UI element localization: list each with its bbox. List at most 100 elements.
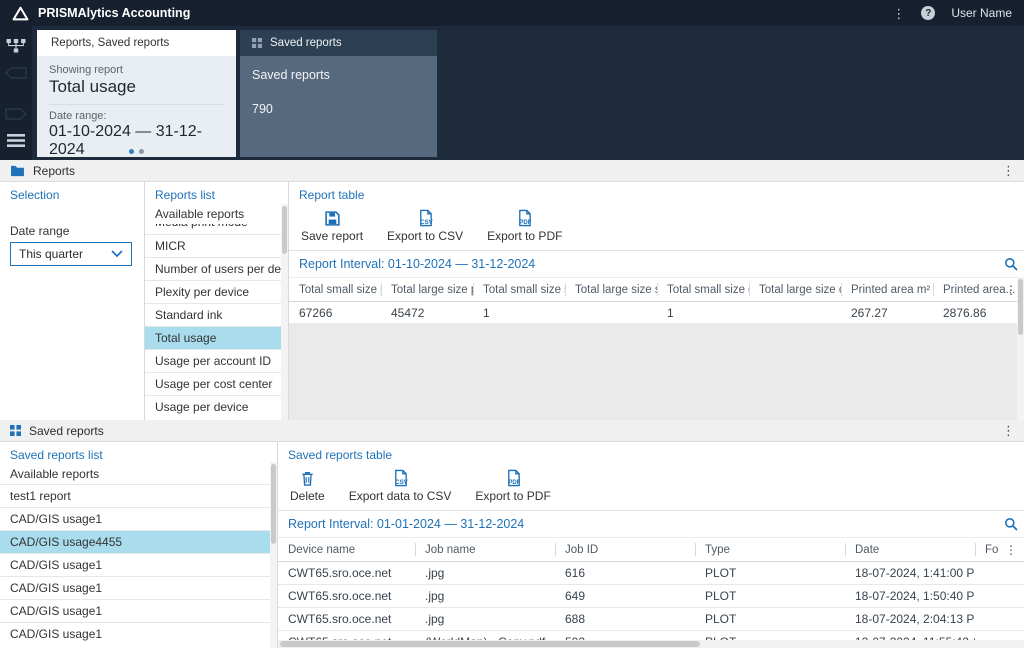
saved-reports-list-item[interactable]: CAD/GIS usage1 [0,576,277,599]
report-column-header-total-small-size-s[interactable]: Total small size s... [473,278,565,301]
saved-column-header-job-name[interactable]: Job name [415,538,555,561]
report-column-header-printed-area-m[interactable]: Printed area m² [841,278,933,301]
reports-list-item[interactable]: Plexity per device [145,280,288,303]
reports-section-title: Reports [33,163,76,178]
pdf-icon: PDF [505,469,522,488]
report-column-header-total-large-size-p[interactable]: Total large size p... [381,278,473,301]
reports-list-item[interactable]: Usage per cost center [145,372,288,395]
saved-reports-summary-card[interactable]: Saved reports Saved reports 790 [240,30,437,157]
selection-panel: Selection Date range This quarter [0,182,144,420]
search-icon[interactable] [1004,517,1018,534]
report-cell: 67266 [299,305,333,320]
user-name[interactable]: User Name [951,6,1012,20]
saved-export-to-pdf-button[interactable]: PDF Export to PDF [475,469,551,503]
saved-cell: PLOT [705,612,737,626]
report-column-header-total-large-size-c[interactable]: Total large size c... [749,278,841,301]
saved-table-row[interactable]: CWT65.sro.oce.net .jpg 649 PLOT 18-07-2024, … [278,585,1024,608]
saved-table-row[interactable]: CWT65.sro.oce.net .jpg 688 PLOT 18-07-2024, … [278,608,1024,631]
report-column-header-total-small-size-p[interactable]: Total small size p... [289,278,381,301]
report-table-scrollbar[interactable] [1017,277,1024,420]
report-table-body: 67266 45472 1 1 267.27 2876.86 [289,302,1024,324]
svg-text:PDF: PDF [520,220,532,226]
saved-list-scrollbar[interactable] [270,462,277,648]
report-export-to-csv-button[interactable]: CSV Export to CSV [387,209,463,243]
saved-table-header-row: Device name Job name Job ID Type Date Fo ⋮ [278,537,1024,562]
tag-left-icon[interactable] [0,59,32,86]
saved-reports-list-item[interactable]: test1 report [0,484,277,507]
report-table-row[interactable]: 67266 45472 1 1 267.27 2876.86 [289,302,1024,324]
saved-cell: 18-07-2024, 1:50:40 PM [855,589,975,603]
reports-section-menu-icon[interactable]: ⋮ [1002,164,1015,177]
report-cell: 267.27 [851,305,888,320]
saved-reports-list-item[interactable]: CAD/GIS usage4455 [0,530,277,553]
saved-reports-list-item[interactable]: CAD/GIS usage1 [0,599,277,622]
saved-reports-table-title: Saved reports table [288,448,393,462]
app-overflow-menu-icon[interactable]: ⋮ [892,7,905,20]
report-columns-menu-icon[interactable]: ⋮ [1005,284,1017,296]
saved-reports-count-value: 790 [252,102,273,116]
carousel-dot-active[interactable] [129,149,134,154]
available-reports-label: Available reports [10,467,100,481]
reports-summary-card[interactable]: Reports, Saved reports Showing report To… [37,30,236,158]
saved-cell: 18-07-2024, 2:04:13 PM [855,612,975,626]
sidebar [0,26,32,160]
report-column-header-total-large-size-s[interactable]: Total large size s... [565,278,657,301]
reports-summary-card-header: Reports, Saved reports [37,30,236,56]
saved-columns-menu-icon[interactable]: ⋮ [1005,544,1017,556]
reports-list-item[interactable]: Total usage [145,326,288,349]
saved-reports-card-body: Saved reports 790 [240,56,437,128]
saved-table-row[interactable]: CWT65.sro.oce.net .jpg 616 PLOT 18-07-2024, … [278,562,1024,585]
selection-panel-title: Selection [10,188,60,202]
saved-delete-button[interactable]: Delete [290,469,325,503]
reports-list-scrollbar[interactable] [281,204,288,420]
app-header-actions: ⋮ ? User Name [892,6,1012,20]
saved-export-data-to-csv-button[interactable]: CSV Export data to CSV [349,469,451,503]
saved-reports-list-panel: Saved reports list Available reports tes… [0,442,277,648]
hamburger-menu-icon[interactable] [0,127,32,154]
available-reports-label: Available reports [155,207,245,221]
reports-section: Reports ⋮ Selection Date range This quar… [0,160,1024,420]
saved-column-header-type[interactable]: Type [695,538,845,561]
showing-report-label: Showing report [49,64,123,76]
delete-icon [300,469,315,488]
saved-reports-list-item[interactable]: CAD/GIS usage1 [0,553,277,576]
reports-list: MICR Number of users per device Plexity pe… [145,234,288,418]
search-icon[interactable] [1004,257,1018,274]
reports-list-item-clipped[interactable]: Media print mode [145,224,288,234]
saved-table-body: CWT65.sro.oce.net .jpg 616 PLOT 18-07-2024, … [278,562,1024,648]
reports-list-item[interactable]: Number of users per device [145,257,288,280]
saved-cell: PLOT [705,566,737,580]
report-save-report-button[interactable]: Save report [301,209,363,243]
report-column-header-total-small-size-c[interactable]: Total small size c... [657,278,749,301]
saved-reports-section-menu-icon[interactable]: ⋮ [1002,424,1015,437]
saved-reports-count-label: Saved reports [252,68,330,82]
report-table-toolbar: Save report CSV Export to CSV PDF Export to … [289,204,1024,251]
saved-column-header-job-id[interactable]: Job ID [555,538,695,561]
reports-list-item[interactable]: MICR [145,234,288,257]
toolbar-button-label: Export to PDF [475,489,551,503]
grid-icon [252,38,262,48]
reports-list-item[interactable]: Usage per device [145,395,288,418]
workflow-tree-icon[interactable] [0,32,32,59]
date-range-select[interactable]: This quarter [10,242,132,266]
tag-right-icon[interactable] [0,100,32,127]
carousel-dots [37,149,236,154]
saved-table-hscrollbar[interactable] [278,640,1024,648]
help-icon[interactable]: ? [921,6,936,20]
saved-reports-icon [10,425,21,436]
reports-list-item[interactable]: Standard ink [145,303,288,326]
carousel-dot[interactable] [139,149,144,154]
toolbar-button-label: Export to CSV [387,229,464,243]
saved-column-header-device-name[interactable]: Device name [278,538,415,561]
date-range-selected-value: This quarter [19,247,84,261]
saved-reports-table-toolbar: Delete CSV Export data to CSV PDF Export to … [278,464,1024,511]
saved-reports-list-item[interactable]: CAD/GIS usage1 [0,622,277,645]
saved-reports-list-item[interactable]: CAD/GIS usage1 [0,507,277,530]
saved-cell: 649 [565,589,586,603]
reports-list-item[interactable]: Usage per account ID [145,349,288,372]
toolbar-button-label: Export to PDF [487,229,563,243]
reports-list-title: Reports list [155,188,216,202]
report-export-to-pdf-button[interactable]: PDF Export to PDF [487,209,562,243]
report-cell: 1 [667,305,674,320]
saved-column-header-date[interactable]: Date [845,538,975,561]
